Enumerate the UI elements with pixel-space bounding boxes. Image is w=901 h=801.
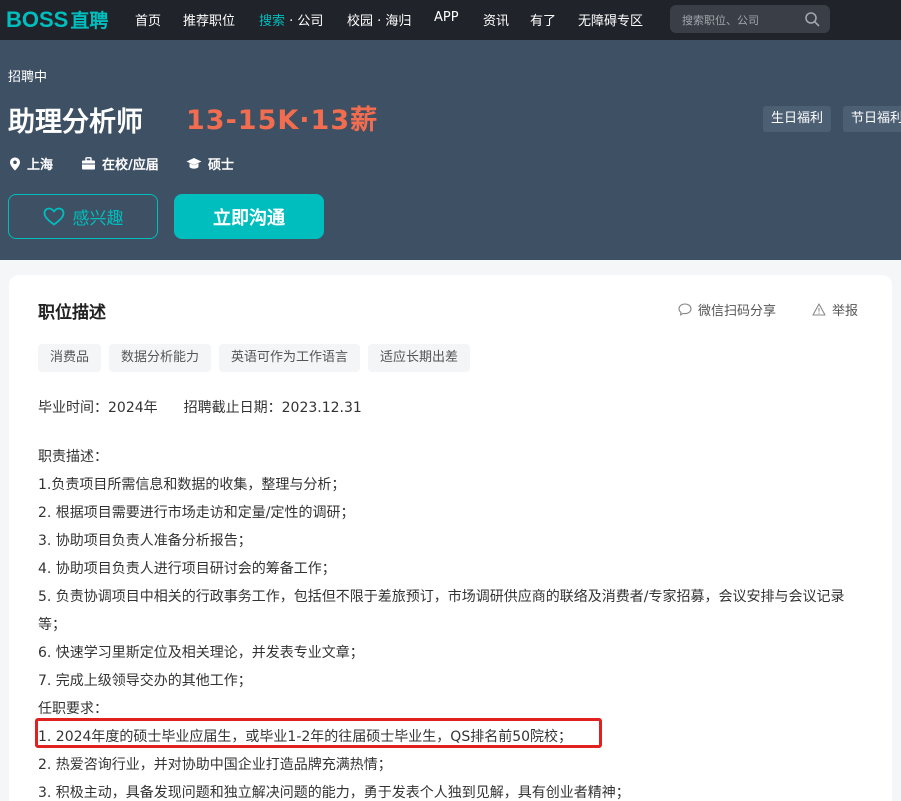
job-detail-card: 职位描述 微信扫码分享 举报 消费品 数据分析能力 英语可作为工作语言 适应长期… xyxy=(9,275,892,801)
description-line: 3. 积极主动，具备发现问题和独立解决问题的能力，勇于发表个人独到见解，具有创业… xyxy=(38,785,630,801)
chat-now-button[interactable]: 立即沟通 xyxy=(174,194,324,239)
job-type: 在校/应届 xyxy=(81,154,159,173)
job-hero: 招聘中 助理分析师 13-15K·13薪 生日福利 节日福利 上海 在校/应届 … xyxy=(0,40,901,260)
nav-accessibility[interactable]: 无障碍专区 xyxy=(578,10,643,29)
description-line: 职责描述： xyxy=(38,449,108,465)
heart-icon xyxy=(43,207,64,226)
degree-text: 硕士 xyxy=(208,158,235,173)
nav-home[interactable]: 首页 xyxy=(135,10,161,29)
skill-tag: 适应长期出差 xyxy=(368,344,471,372)
benefit-tag: 节日福利 xyxy=(843,106,901,132)
nav-app[interactable]: APP xyxy=(434,10,459,25)
description-line: 2. 根据项目需要进行市场走访和定量/定性的调研； xyxy=(38,505,355,521)
logo-cn: 直聘 xyxy=(70,10,109,32)
job-status: 招聘中 xyxy=(8,70,48,85)
highlight-box xyxy=(35,718,602,748)
job-salary: 13-15K·13薪 xyxy=(186,105,379,136)
interest-label: 感兴趣 xyxy=(72,209,124,229)
skill-tag: 数据分析能力 xyxy=(109,344,212,372)
description-line: 4. 协助项目负责人进行项目研讨会的筹备工作； xyxy=(38,561,336,577)
nav-youle[interactable]: 有了 xyxy=(530,10,556,29)
nav-company-label: · 公司 xyxy=(285,14,324,29)
interest-button[interactable]: 感兴趣 xyxy=(8,194,158,239)
section-title: 职位描述 xyxy=(38,303,106,323)
nav-recommended[interactable]: 推荐职位 xyxy=(183,10,235,29)
nav-campus[interactable]: 校园 · 海归 xyxy=(347,10,411,29)
location-text: 上海 xyxy=(27,158,54,173)
description-line: 6. 快速学习里斯定位及相关理论，并发表专业文章； xyxy=(38,645,364,661)
search-input[interactable]: 搜索职位、公司 xyxy=(670,5,830,33)
job-title: 助理分析师 xyxy=(8,107,143,138)
briefcase-icon xyxy=(82,157,95,170)
graduation-info: 毕业时间：2024年 招聘截止日期：2023.12.31 xyxy=(38,397,362,417)
report-link[interactable]: 举报 xyxy=(812,300,858,319)
description-line: 5. 负责协调项目中相关的行政事务工作，包括但不限于差旅预订，市场调研供应商的联… xyxy=(38,589,845,633)
nav-news[interactable]: 资讯 xyxy=(483,10,509,29)
nav-search-label: 搜索 xyxy=(259,14,286,29)
skill-tag: 英语可作为工作语言 xyxy=(219,344,361,372)
nav-search[interactable]: 搜索 · 公司 xyxy=(259,10,323,29)
warning-icon xyxy=(812,303,826,316)
top-nav: BOSS 直聘 首页 推荐职位 搜索 · 公司 校园 · 海归 APP 资讯 有了… xyxy=(0,0,901,40)
wechat-share[interactable]: 微信扫码分享 xyxy=(678,300,776,319)
skill-tags: 消费品 数据分析能力 英语可作为工作语言 适应长期出差 xyxy=(38,344,471,372)
job-degree: 硕士 xyxy=(186,154,234,173)
grad-time: 毕业时间：2024年 xyxy=(38,400,158,416)
search-placeholder: 搜索职位、公司 xyxy=(682,14,759,27)
share-label: 微信扫码分享 xyxy=(698,304,777,319)
chat-label: 立即沟通 xyxy=(213,207,285,229)
description-line: 7. 完成上级领导交办的其他工作； xyxy=(38,673,252,689)
report-label: 举报 xyxy=(832,304,859,319)
graduation-cap-icon xyxy=(186,158,202,169)
job-type-text: 在校/应届 xyxy=(102,158,159,173)
description-line: 2. 热爱咨询行业，并对协助中国企业打造品牌充满热情； xyxy=(38,757,392,773)
location-pin-icon xyxy=(10,157,20,170)
job-location: 上海 xyxy=(9,154,53,173)
description-line: 1.负责项目所需信息和数据的收集，整理与分析； xyxy=(38,477,346,493)
description-line: 3. 协助项目负责人准备分析报告； xyxy=(38,533,252,549)
skill-tag: 消费品 xyxy=(38,344,102,372)
boss-logo[interactable]: BOSS 直聘 xyxy=(6,6,108,33)
benefit-tag: 生日福利 xyxy=(763,106,832,132)
deadline: 招聘截止日期：2023.12.31 xyxy=(183,400,362,416)
search-icon[interactable] xyxy=(804,11,820,27)
chat-bubble-icon xyxy=(678,303,692,316)
logo-latin: BOSS xyxy=(6,7,69,32)
